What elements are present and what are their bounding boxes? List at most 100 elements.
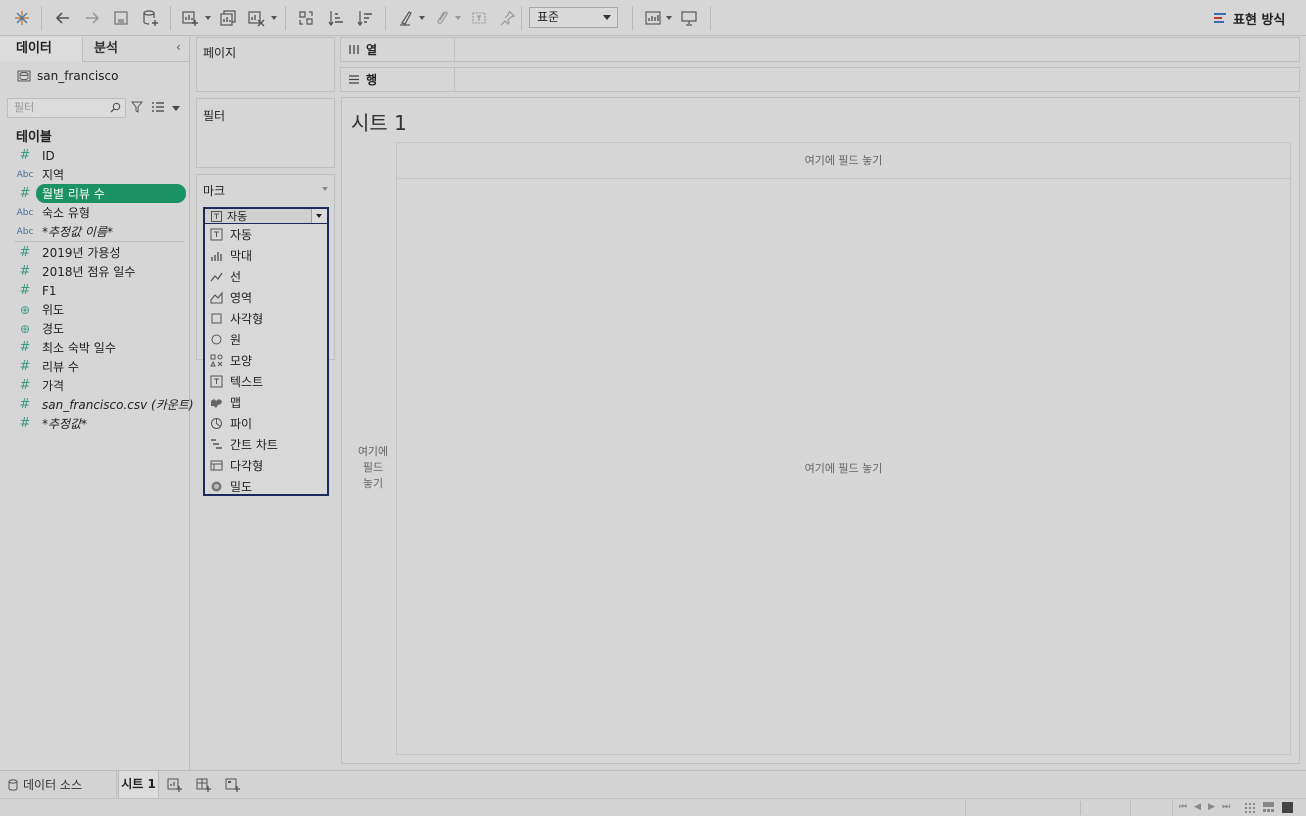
mark-option-label: 파이 — [230, 417, 253, 431]
toolbar-separator — [170, 6, 171, 30]
chevron-down-icon[interactable] — [322, 187, 328, 191]
filters-shelf[interactable]: 필터 — [196, 98, 335, 168]
sort-ascending-icon[interactable] — [324, 6, 348, 30]
save-icon[interactable] — [109, 6, 133, 30]
field-filter-input[interactable]: 필터 — [7, 98, 126, 118]
mark-option-density[interactable]: 밀도 — [205, 476, 327, 497]
chevron-down-icon[interactable] — [418, 14, 426, 22]
filmstrip-view-icon[interactable] — [1263, 802, 1274, 813]
field-item[interactable]: Abc *추정값 이름* — [14, 222, 186, 241]
mark-type-select[interactable]: 자동 — [203, 207, 329, 225]
mark-option-area[interactable]: 영역 — [205, 287, 327, 308]
chevron-down-icon[interactable] — [204, 14, 212, 22]
duplicate-sheet-icon[interactable] — [216, 6, 240, 30]
text-mark-icon — [211, 210, 222, 222]
chevron-down-icon[interactable] — [454, 14, 462, 22]
mark-option-gantt[interactable]: 간트 차트 — [205, 434, 327, 455]
fit-select[interactable]: 표준 — [529, 7, 618, 28]
new-worksheet-icon[interactable] — [167, 777, 183, 793]
fit-select-value: 표준 — [537, 10, 560, 24]
pin-icon[interactable] — [495, 6, 519, 30]
field-item[interactable]: # 가격 — [14, 376, 186, 395]
field-filter-placeholder: 필터 — [14, 101, 35, 114]
mark-option-label: 원 — [230, 333, 242, 347]
field-item[interactable]: #2018년 점유 일수 — [14, 262, 186, 281]
gantt-mark-icon — [210, 438, 223, 451]
new-story-icon[interactable] — [225, 777, 241, 793]
sort-descending-icon[interactable] — [353, 6, 377, 30]
field-name: 위도 — [42, 303, 65, 317]
tab-data[interactable]: 데이터 — [0, 37, 83, 62]
redo-icon[interactable] — [80, 6, 104, 30]
mark-option-map[interactable]: 맵 — [205, 392, 327, 413]
single-view-icon[interactable] — [1282, 802, 1293, 813]
field-item[interactable]: # F1 — [14, 281, 186, 300]
mark-option-text[interactable]: 텍스트 — [205, 371, 327, 392]
mark-option-pie[interactable]: 파이 — [205, 413, 327, 434]
worksheet-view: 시트 1 여기에 필드 놓기 여기에 필드 놓기 여기에 필드 놓기 — [341, 97, 1300, 764]
status-bar: ⏮ ◀ ▶ ⏭ — [0, 798, 1306, 816]
field-item[interactable]: #2019년 가용성 — [14, 243, 186, 262]
mark-option-label: 사각형 — [230, 312, 264, 326]
prev-page-icon[interactable]: ◀ — [1194, 802, 1201, 812]
field-item[interactable]: # 최소 숙박 일수 — [14, 338, 186, 357]
mark-option-shape[interactable]: 모양 — [205, 350, 327, 371]
rows-shelf[interactable]: 행 — [340, 67, 1300, 92]
chevron-down-icon[interactable] — [665, 14, 673, 22]
field-item[interactable]: # *추정값* — [14, 414, 186, 433]
tableau-logo-icon[interactable] — [10, 6, 34, 30]
field-item-selected[interactable]: # 월별 리뷰 수 — [14, 184, 186, 203]
highlight-icon[interactable] — [394, 6, 418, 30]
field-item[interactable]: ⊕ 경도 — [14, 319, 186, 338]
field-item[interactable]: # san_francisco.csv (카운트) — [14, 395, 194, 414]
chart-size-icon[interactable] — [641, 6, 665, 30]
data-pane-tabs: 데이터 분석 ‹ — [0, 37, 190, 62]
first-page-icon[interactable]: ⏮ — [1179, 802, 1187, 812]
mark-option-bar[interactable]: 막대 — [205, 245, 327, 266]
tab-analysis[interactable]: 분석 — [94, 37, 154, 62]
chevron-down-icon[interactable] — [270, 14, 278, 22]
map-mark-icon — [210, 396, 223, 409]
next-page-icon[interactable]: ▶ — [1208, 802, 1215, 812]
pages-shelf[interactable]: 페이지 — [196, 37, 335, 92]
mark-option-line[interactable]: 선 — [205, 266, 327, 287]
field-item[interactable]: ⊕ 위도 — [14, 300, 186, 319]
clear-sheet-icon[interactable] — [244, 6, 268, 30]
drop-field-here-top: 여기에 필드 놓기 — [804, 154, 883, 167]
chevron-down-icon[interactable] — [172, 106, 180, 111]
swap-axes-icon[interactable] — [294, 6, 318, 30]
columns-shelf[interactable]: 열 — [340, 37, 1300, 62]
toolbar: 표준 표현 방식 — [0, 0, 1306, 36]
view-list-icon[interactable] — [151, 101, 165, 113]
search-icon — [110, 102, 121, 113]
mark-option-circle[interactable]: 원 — [205, 329, 327, 350]
mark-option-label: 영역 — [230, 291, 253, 305]
field-item[interactable]: # 리뷰 수 — [14, 357, 186, 376]
sheet-tab-1[interactable]: 시트 1 — [118, 771, 159, 798]
mark-option-label: 간트 차트 — [230, 438, 278, 452]
filter-icon[interactable] — [131, 101, 143, 113]
group-icon[interactable] — [430, 6, 454, 30]
sheet-title[interactable]: 시트 1 — [351, 107, 407, 136]
show-me-button[interactable]: 표현 방식 — [1213, 9, 1285, 28]
presentation-icon[interactable] — [677, 6, 701, 30]
new-worksheet-icon[interactable] — [178, 6, 202, 30]
collapse-pane-button[interactable]: ‹ — [176, 40, 181, 54]
field-item[interactable]: # ID — [14, 146, 186, 165]
datasource-tab[interactable]: 데이터 소스 — [0, 771, 117, 798]
field-item[interactable]: Abc 숙소 유형 — [14, 203, 186, 222]
toolbar-separator — [521, 6, 522, 30]
new-dashboard-icon[interactable] — [196, 777, 212, 793]
undo-icon[interactable] — [51, 6, 75, 30]
labels-icon[interactable] — [467, 6, 491, 30]
toolbar-separator — [710, 6, 711, 30]
mark-option-polygon[interactable]: 다각형 — [205, 455, 327, 476]
mark-option-square[interactable]: 사각형 — [205, 308, 327, 329]
field-item[interactable]: Abc 지역 — [14, 165, 186, 184]
datasource-item[interactable]: san_francisco — [17, 67, 118, 85]
grid-view-icon[interactable] — [1244, 802, 1255, 813]
new-datasource-icon[interactable] — [138, 6, 162, 30]
chevron-down-icon[interactable] — [311, 209, 327, 223]
last-page-icon[interactable]: ⏭ — [1222, 802, 1230, 812]
mark-option-automatic[interactable]: 자동 — [205, 224, 327, 245]
